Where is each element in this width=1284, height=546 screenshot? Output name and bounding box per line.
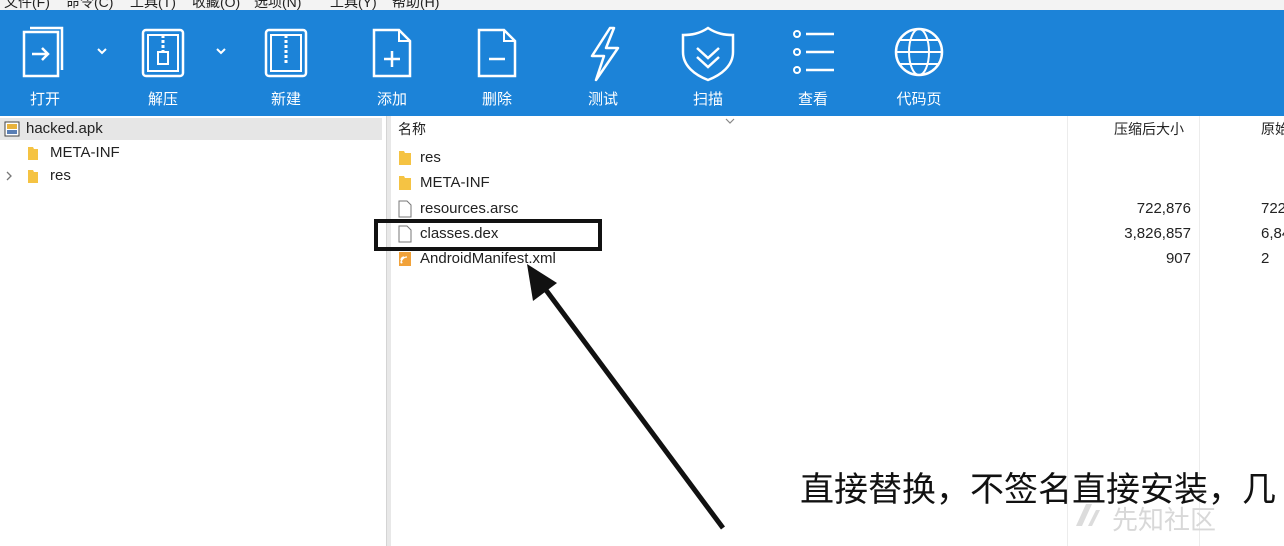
new-button[interactable]: 新建 [241,10,331,116]
tree-item-res[interactable]: res [0,165,382,187]
folder-icon [399,151,411,165]
file-row-meta-inf[interactable]: META-INF [391,170,1284,195]
column-header-original-size[interactable]: 原始 [1261,116,1284,144]
menu-file[interactable]: 文件(F) [4,0,50,10]
menu-command[interactable]: 命令(C) [66,0,113,10]
scan-label: 扫描 [692,90,723,108]
view-list-icon [793,30,834,74]
open-dropdown-chevron-down-icon[interactable] [95,44,109,58]
original-size: 722 [1261,200,1284,217]
folder-icon [399,176,411,190]
test-label: 测试 [587,90,618,108]
file-name: resources.arsc [420,200,519,217]
delete-label: 删除 [481,90,512,108]
file-icon [398,200,412,218]
codepage-label: 代码页 [896,90,942,108]
column-header-name[interactable]: 名称 [398,116,426,144]
add-file-icon [372,28,412,78]
sort-chevron-down-icon [725,118,735,124]
menu-favorites[interactable]: 收藏(O) [192,0,240,10]
delete-button[interactable]: 删除 [452,10,542,116]
view-button[interactable]: 查看 [768,10,858,116]
tree-item-root[interactable]: hacked.apk [0,118,382,140]
tree-meta-inf-label: META-INF [50,144,120,161]
watermark: 先知社区 [1112,506,1217,536]
original-size: 6,844 [1261,225,1284,242]
codepage-globe-icon [894,27,944,77]
add-button[interactable]: 添加 [347,10,437,116]
extract-button[interactable]: 解压 [118,10,208,116]
open-button[interactable]: 打开 [0,10,90,116]
file-name: res [420,149,441,166]
apk-archive-icon [4,121,20,137]
menu-tools-2[interactable]: 工具(Y) [330,0,377,10]
menu-options[interactable]: 选项(N) [254,0,301,10]
file-row-resources-arsc[interactable]: resources.arsc 722,876 722 [391,196,1284,221]
extract-label: 解压 [147,90,178,108]
original-size: 2 [1261,250,1270,267]
watermark-logo-icon [1076,504,1100,526]
add-label: 添加 [376,90,407,108]
test-lightning-icon [590,26,620,82]
codepage-button[interactable]: 代码页 [874,10,964,116]
folder-icon [28,170,38,183]
scan-button[interactable]: 扫描 [663,10,753,116]
extract-dropdown-chevron-down-icon[interactable] [214,44,228,58]
column-header-packed-size[interactable]: 压缩后大小 [1114,116,1184,144]
view-label: 查看 [797,90,828,108]
tree-res-label: res [50,167,71,184]
tree-root-label: hacked.apk [26,120,103,137]
test-button[interactable]: 测试 [558,10,648,116]
delete-file-icon [477,28,517,78]
open-archive-icon [22,26,64,78]
new-label: 新建 [270,90,301,108]
folder-icon [28,147,38,160]
packed-size: 722,876 [1136,200,1191,217]
xml-file-icon [399,252,411,266]
extract-icon [141,28,185,78]
scan-shield-icon [681,26,735,82]
menu-bar: 文件(F) 命令(C) 工具(T) 收藏(O) 选项(N) 工具(Y) 帮助(H… [0,0,1284,10]
open-label: 打开 [29,90,60,108]
highlight-box [374,219,602,251]
file-name: META-INF [420,174,490,191]
menu-tools[interactable]: 工具(T) [130,0,176,10]
chevron-right-icon[interactable] [4,170,14,182]
packed-size: 907 [1165,250,1191,267]
packed-size: 3,826,857 [1124,225,1191,242]
tree-item-meta-inf[interactable]: META-INF [0,142,382,164]
folder-tree: hacked.apk META-INF res [0,116,386,546]
new-archive-icon [264,28,308,78]
file-row-res[interactable]: res [391,145,1284,170]
toolbar: 打开 解压 新建 添加 删除 测试 扫描 查看 代码页 [0,10,1284,116]
menu-help[interactable]: 帮助(H) [392,0,439,10]
